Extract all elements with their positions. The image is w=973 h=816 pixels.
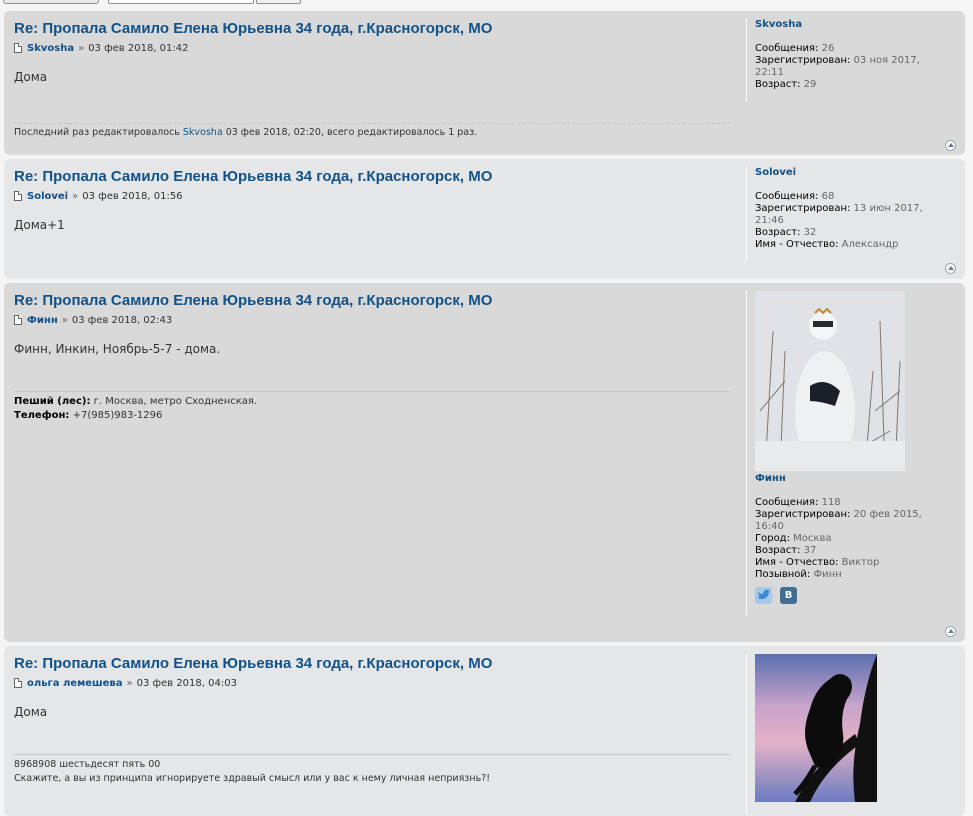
edit-notice-suffix: 03 фев 2018, 02:20, всего редактировалос… [225,127,478,138]
post-title[interactable]: Re: Пропала Самило Елена Юрьевна 34 года… [14,291,730,310]
post-content: Дома [14,705,48,719]
edit-notice-prefix: Последний раз редактировалось [14,127,180,138]
post: Re: Пропала Самило Елена Юрьевна 34 года… [4,646,965,816]
profile-username[interactable]: Финн [755,473,946,485]
separator: » [78,42,85,54]
signature: Пеший (лес): г. Москва, метро Сходненска… [14,391,730,423]
post-icon[interactable] [14,43,22,53]
post: Re: Пропала Самило Елена Юрьевна 34 года… [4,159,965,279]
post: Re: Пропала Самило Елена Юрьевна 34 года… [4,283,965,642]
post-content: Финн, Инкин, Ноябрь-5-7 - дома. [14,342,221,356]
post-content: Дома+1 [14,218,65,232]
post-author-line: Solovei » 03 фев 2018, 01:56 [14,189,730,203]
avatar-image [755,291,905,471]
post-title[interactable]: Re: Пропала Самило Елена Юрьевна 34 года… [14,167,730,186]
profile-row: 16:40 [755,521,784,532]
post-date: 03 фев 2018, 01:42 [88,42,189,54]
search-input[interactable] [108,0,254,4]
post-icon[interactable] [14,678,22,688]
post-author-line: Skvosha » 03 фев 2018, 01:42 [14,41,730,55]
edit-notice: Последний раз редактировалось Skvosha 03… [14,123,730,138]
back-to-top-icon[interactable] [945,263,956,274]
post-date: 03 фев 2018, 01:56 [82,190,183,202]
profile-row: Возраст: 29 [755,79,817,90]
post: Re: Пропала Самило Елена Юрьевна 34 года… [4,11,965,155]
profile-row: Позывной: Финн [755,569,842,580]
vk-icon[interactable]: B [780,587,797,604]
signature: 8968908 шестьдесят пять 00 Скажите, а вы… [14,754,730,786]
post-date: 03 фев 2018, 04:03 [136,677,237,689]
separator: » [72,190,79,202]
separator: » [126,677,133,689]
avatar[interactable] [755,291,905,471]
social-links: B [755,587,946,604]
toolbar-button[interactable] [3,0,99,4]
signature-line: 8968908 шестьдесят пять 00 [14,759,161,770]
post-profile: Skvosha Сообщения: 26 Зарегистрирован: 0… [746,19,946,101]
profile-row: Возраст: 32 [755,227,817,238]
post-profile: Solovei Сообщения: 68 Зарегистрирован: 1… [746,167,946,261]
signature-line: Скажите, а вы из принципа игнорируете зд… [14,773,491,784]
profile-row: Сообщения: 26 [755,43,835,54]
post-author-line: ольга лемешева » 03 фев 2018, 04:03 [14,676,730,690]
profile-username[interactable]: Skvosha [755,19,946,31]
profile-row: Имя - Отчество: Виктор [755,557,880,568]
post-author[interactable]: Skvosha [27,43,74,54]
profile-row: Зарегистрирован: 13 июн 2017, [755,203,923,214]
post-content: Дома [14,70,48,84]
post-icon[interactable] [14,315,22,325]
post-author-line: Финн » 03 фев 2018, 02:43 [14,313,730,327]
post-title[interactable]: Re: Пропала Самило Елена Юрьевна 34 года… [14,654,730,673]
profile-row: Сообщения: 68 [755,191,835,202]
profile-row: Зарегистрирован: 03 ноя 2017, 22:11 [755,55,920,78]
separator: » [61,314,68,326]
back-to-top-icon[interactable] [945,140,956,151]
edit-notice-user[interactable]: Skvosha [183,127,223,138]
post-author[interactable]: Solovei [27,191,68,202]
profile-row: Возраст: 37 [755,545,817,556]
profile-row: Город: Москва [755,533,832,544]
top-toolbar [0,0,973,6]
profile-row: Имя - Отчество: Александр [755,239,899,250]
post-profile [746,654,946,814]
twitter-icon[interactable] [755,587,772,604]
post-icon[interactable] [14,191,22,201]
profile-username[interactable]: Solovei [755,167,946,179]
profile-row: Сообщения: 118 [755,497,841,508]
search-button[interactable] [256,0,301,4]
profile-row: Зарегистрирован: 20 фев 2015, [755,509,922,520]
post-date: 03 фев 2018, 02:43 [71,314,173,326]
back-to-top-icon[interactable] [945,626,956,637]
post-profile: Финн Сообщения: 118 Зарегистрирован: 20 … [746,291,946,615]
avatar[interactable] [755,654,877,802]
avatar-image [755,654,877,802]
post-title[interactable]: Re: Пропала Самило Елена Юрьевна 34 года… [14,19,730,38]
post-author[interactable]: ольга лемешева [27,678,123,689]
profile-row: 21:46 [755,215,784,226]
post-author[interactable]: Финн [27,315,58,326]
